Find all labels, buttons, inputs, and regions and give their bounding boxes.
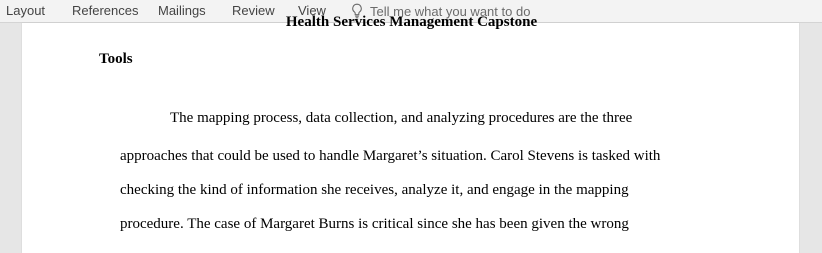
- section-heading: Tools: [99, 51, 133, 67]
- paragraph-line: checking the kind of information she rec…: [120, 182, 629, 198]
- paragraph-line: approaches that could be used to handle …: [120, 148, 661, 164]
- paragraph-line: The mapping process, data collection, an…: [170, 110, 633, 126]
- paragraph-line: procedure. The case of Margaret Burns is…: [120, 216, 629, 232]
- document-title: Health Services Management Capstone: [285, 14, 538, 30]
